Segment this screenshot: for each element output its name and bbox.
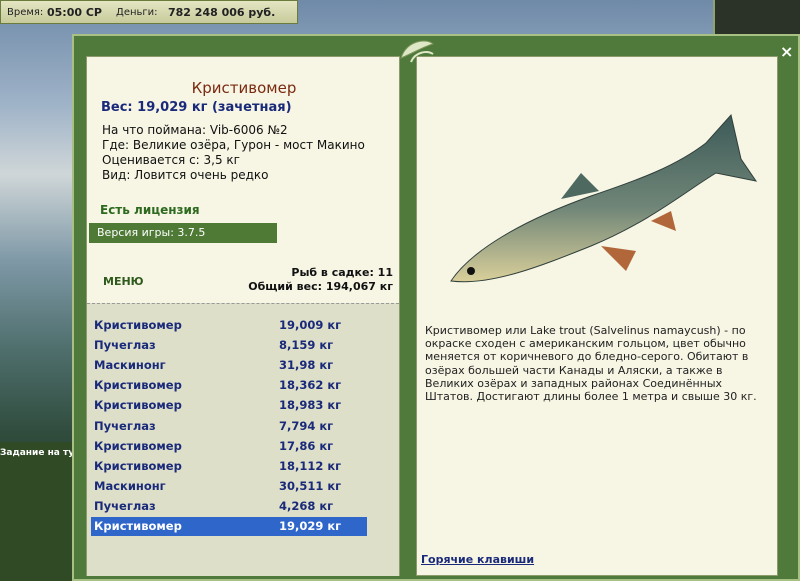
- catch-row[interactable]: Кристивомер 18,112 кг: [91, 457, 367, 476]
- catch-fish-weight: 31,98 кг: [279, 358, 334, 373]
- time-value: 05:00 СР: [47, 6, 102, 19]
- catch-fish-name: Кристивомер: [94, 519, 182, 533]
- catch-fish-name: Маскинонг: [94, 478, 166, 493]
- catch-fish-name: Кристивомер: [94, 438, 182, 453]
- time-label: Время:: [7, 7, 44, 18]
- catch-fish-weight: 19,029 кг: [279, 519, 342, 533]
- minimap: [713, 0, 800, 38]
- catch-fish-name: Кристивомер: [94, 318, 182, 332]
- money-value: 782 248 006 руб.: [168, 6, 276, 19]
- rated-from: Оценивается с: 3,5 кг: [102, 153, 240, 167]
- fish-title: Кристивомер: [191, 79, 297, 97]
- fish-description: Кристивомер или Lake trout (Salvelinus n…: [425, 324, 757, 404]
- catch-row[interactable]: Маскинонг 31,98 кг: [91, 356, 367, 375]
- menu-button[interactable]: МЕНЮ: [103, 275, 144, 288]
- catch-fish-weight: 7,794 кг: [279, 418, 334, 433]
- catch-row[interactable]: Пучеглаз 7,794 кг: [91, 417, 367, 436]
- hotkeys-link[interactable]: Горячие клавиши: [421, 553, 534, 566]
- catch-fish-weight: 8,159 кг: [279, 338, 334, 353]
- catch-fish-weight: 30,511 кг: [279, 478, 342, 493]
- catch-fish-name: Маскинонг: [94, 358, 166, 373]
- fish-kind: Вид: Ловится очень редко: [102, 168, 269, 182]
- game-version: Версия игры: 3.7.5: [89, 223, 277, 243]
- catch-row[interactable]: Кристивомер 19,029 кг: [91, 517, 367, 536]
- catch-fish-name: Кристивомер: [94, 458, 182, 473]
- cage-count: Рыб в садке: 11: [291, 266, 393, 279]
- fish-weight: Вес: 19,029 кг (зачетная): [101, 100, 292, 115]
- catch-fish-weight: 4,268 кг: [279, 498, 334, 513]
- fish-description-panel: Кристивомер или Lake trout (Salvelinus n…: [416, 56, 778, 576]
- close-icon[interactable]: ×: [780, 42, 793, 61]
- catch-fish-name: Кристивомер: [94, 398, 182, 413]
- caught-on: На что поймана: Vib-6006 №2: [102, 123, 288, 137]
- catch-row[interactable]: Кристивомер 18,983 кг: [91, 396, 367, 415]
- catch-row[interactable]: Маскинонг 30,511 кг: [91, 477, 367, 496]
- catch-location: Где: Великие озёра, Гурон - мост Макино: [102, 138, 365, 152]
- cage-total-weight: Общий вес: 194,067 кг: [248, 280, 393, 293]
- catch-fish-name: Пучеглаз: [94, 418, 156, 433]
- money-label: Деньги:: [116, 7, 158, 18]
- cage-summary: Рыб в садке: 11 Общий вес: 194,067 кг: [248, 266, 393, 294]
- catch-fish-weight: 18,362 кг: [279, 378, 342, 393]
- catch-row[interactable]: Кристивомер 19,009 кг: [91, 316, 367, 335]
- catch-fish-name: Кристивомер: [94, 378, 182, 393]
- catch-row[interactable]: Кристивомер 18,362 кг: [91, 376, 367, 395]
- catch-fish-weight: 19,009 кг: [279, 318, 342, 332]
- status-bar: Время: 05:00 СР Деньги: 782 248 006 руб.: [0, 0, 298, 24]
- left-hud-strip: [0, 442, 72, 581]
- catch-fish-weight: 17,86 кг: [279, 438, 334, 453]
- catch-row[interactable]: Пучеглаз 4,268 кг: [91, 497, 367, 516]
- fish-details-panel: Кристивомер Вес: 19,029 кг (зачетная) На…: [86, 56, 400, 576]
- catch-fish-weight: 18,112 кг: [279, 458, 342, 473]
- catch-fish-weight: 18,983 кг: [279, 398, 342, 413]
- task-label: Задание на тур: [0, 448, 81, 458]
- catch-list: Кристивомер 19,009 кг Пучеглаз 8,159 кг Маск…: [87, 303, 399, 576]
- catch-fish-name: Пучеглаз: [94, 498, 156, 513]
- fish-image: [450, 113, 758, 283]
- catch-row[interactable]: Кристивомер 17,86 кг: [91, 437, 367, 456]
- license-status: Есть лицензия: [100, 203, 200, 217]
- catch-fish-name: Пучеглаз: [94, 338, 156, 353]
- catch-row[interactable]: Пучеглаз 8,159 кг: [91, 336, 367, 355]
